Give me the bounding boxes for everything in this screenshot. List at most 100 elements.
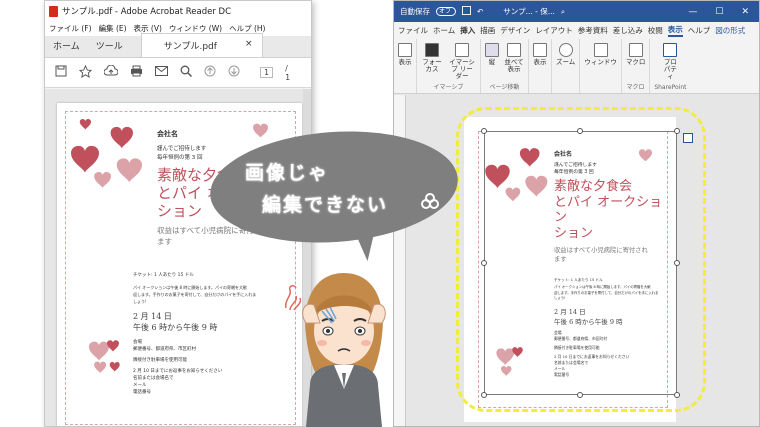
tab-picture-format[interactable]: 図の形式 [715, 25, 745, 36]
word-document-area: 会社名 謹んでご招待します 毎年恒例の第 3 回 素敵な夕食会 とパイ オークシ… [406, 95, 759, 426]
macros-icon [628, 43, 643, 57]
word-doc-title: サンプ... - 保... [503, 7, 555, 16]
properties-button[interactable]: プロ パティ [661, 43, 679, 80]
minimize-button[interactable]: — [688, 7, 697, 17]
views-label: 表示 [398, 58, 412, 66]
acrobat-app-icon [49, 5, 58, 17]
tab-home[interactable]: ホーム [45, 39, 88, 57]
ribbon-group-views: 表示 [394, 39, 417, 93]
tab-draw[interactable]: 描画 [480, 25, 495, 36]
group-label-macros: マクロ [626, 84, 645, 91]
tab-design[interactable]: デザイン [500, 25, 530, 36]
focus-icon [425, 43, 439, 57]
troubled-girl-illustration [302, 273, 386, 427]
ribbon-group-page-movement: 縦 並べて 表示 ページ移動 [481, 39, 529, 93]
word-titlebar: 自動保存 オフ ↶ サンプ... - 保... ⌕ — ☐ ✕ [394, 1, 759, 22]
side-by-side-icon [507, 43, 521, 57]
ribbon-group-window: ウィンドウ [580, 39, 622, 93]
tab-mailings[interactable]: 差し込み [613, 25, 643, 36]
word-window: 自動保存 オフ ↶ サンプ... - 保... ⌕ — ☐ ✕ ファイル ホーム… [393, 0, 760, 427]
speech-bubble-tail [352, 223, 382, 263]
vertical-label: 縦 [488, 58, 496, 66]
macros-button[interactable]: マクロ [625, 43, 646, 66]
save-icon[interactable] [55, 65, 67, 80]
ribbon-group-show: 表示 [529, 39, 552, 93]
search-icon[interactable]: ⌕ [561, 7, 565, 17]
immersive-reader-button[interactable]: イマーシブ リーダー [448, 43, 476, 80]
window-button[interactable]: ウィンドウ [584, 43, 617, 66]
flower-doodle-icon [421, 193, 439, 209]
tab-review[interactable]: 校閲 [648, 25, 663, 36]
undo-icon[interactable]: ↶ [477, 7, 483, 16]
zoom-icon [558, 43, 573, 57]
page-down-icon[interactable] [228, 65, 240, 80]
page-up-icon[interactable] [204, 65, 216, 80]
macros-label: マクロ [625, 58, 646, 66]
screenshot-comparison: サンプル.pdf - Adobe Acrobat Reader DC ファイル … [0, 0, 760, 427]
show-button[interactable]: 表示 [533, 43, 547, 66]
vertical-icon [485, 43, 499, 57]
group-label-page-movement: ページ移動 [489, 84, 520, 91]
tab-tools[interactable]: ツール [88, 39, 131, 57]
tab-home[interactable]: ホーム [433, 25, 455, 36]
ribbon-group-immersive: フォーカス イマーシブ リーダー イマーシブ [417, 39, 481, 93]
flyer-date: 2 月 14 日 [133, 312, 172, 321]
print-icon[interactable] [130, 65, 143, 80]
vertical-button[interactable]: 縦 [485, 43, 499, 73]
tab-layout[interactable]: レイアウト [535, 25, 573, 36]
word-ribbon: 表示 フォーカス イマーシブ リーダー イマーシブ 縦 並べて 表示 ページ移動… [394, 39, 759, 94]
zoom-label: ズーム [556, 58, 576, 66]
tab-document-label: サンプル.pdf [163, 42, 217, 52]
window-icon [593, 43, 608, 57]
bubble-line-2: 編集できない [262, 194, 389, 216]
flyer-place: 会場 [133, 340, 142, 345]
upload-cloud-icon[interactable] [103, 64, 119, 80]
save-icon[interactable] [462, 6, 471, 17]
maximize-button[interactable]: ☐ [715, 7, 723, 17]
autosave-toggle[interactable]: オフ [436, 7, 456, 16]
side-by-side-button[interactable]: 並べて 表示 [504, 43, 524, 73]
menu-file[interactable]: ファイル (F) [49, 23, 92, 34]
tab-file[interactable]: ファイル [398, 25, 428, 36]
flyer-phone: 電話番号 [133, 390, 151, 395]
ribbon-group-sharepoint: プロ パティ SharePoint [650, 39, 690, 93]
heart-cluster-icon [71, 118, 142, 189]
acrobat-viewer: 会社名 謹んでご招待します 毎年恒例の第 3 回 素敵な夕食会 とパイ オークー… [45, 89, 311, 426]
mail-icon[interactable] [155, 66, 168, 79]
page-number-input[interactable]: 1 [260, 67, 274, 78]
acrobat-toolbar: 1 / 1 [45, 58, 311, 88]
search-icon[interactable] [180, 65, 193, 80]
focus-label: フォーカス [422, 58, 442, 73]
close-button[interactable]: ✕ [741, 7, 749, 17]
zoom-button[interactable]: ズーム [556, 43, 575, 66]
acrobat-titlebar: サンプル.pdf - Adobe Acrobat Reader DC [45, 1, 311, 21]
ribbon-group-macros: マクロ マクロ [622, 39, 651, 93]
word-ribbon-tabs: ファイル ホーム 挿入 描画 デザイン レイアウト 参考資料 差し込み 校閲 表… [394, 22, 759, 39]
flyer-rsvp-1: 2 月 10 日までにお返事をお知らせください [133, 369, 223, 374]
tab-close-icon[interactable]: × [245, 39, 253, 52]
tab-document[interactable]: サンプル.pdf × [140, 33, 264, 57]
flyer-mail: メール [133, 383, 147, 388]
tab-references[interactable]: 参考資料 [578, 25, 608, 36]
immersive-reader-label: イマーシブ リーダー [449, 58, 475, 80]
page-total: / 1 [285, 63, 291, 82]
flyer-desc-1: パイ オークションは午後 8 時に開始します。パイの寄贈を大歓 [133, 285, 247, 290]
tab-insert[interactable]: 挿入 [460, 25, 475, 36]
views-button[interactable]: 表示 [398, 43, 412, 66]
focus-button[interactable]: フォーカス [421, 43, 443, 80]
flyer-desc-3: しょう! [133, 299, 147, 304]
acrobat-tabbar: ホーム ツール サンプル.pdf × [45, 33, 311, 58]
acrobat-title: サンプル.pdf - Adobe Acrobat Reader DC [62, 7, 232, 17]
group-label-sharepoint: SharePoint [654, 84, 687, 91]
flyer-desc-2: 迎します。手作りのお菓子を寄付して、自分だけのパイを手に入れま [133, 292, 257, 297]
heart-bottom-icon [89, 340, 120, 374]
ribbon-group-zoom: ズーム [552, 39, 581, 93]
properties-icon [663, 43, 678, 57]
tab-view[interactable]: 表示 [667, 24, 683, 37]
flyer-time: 午後 6 時から午後 9 時 [133, 323, 218, 332]
tab-help[interactable]: ヘルプ [688, 25, 711, 36]
menu-edit[interactable]: 編集 (E) [99, 23, 127, 34]
show-icon [533, 43, 547, 57]
star-icon[interactable] [78, 64, 93, 81]
pdf-flyer-body: チケット: 1 人あたり 15 ドル パイ オークションは午後 8 時に開始しま… [133, 271, 298, 396]
